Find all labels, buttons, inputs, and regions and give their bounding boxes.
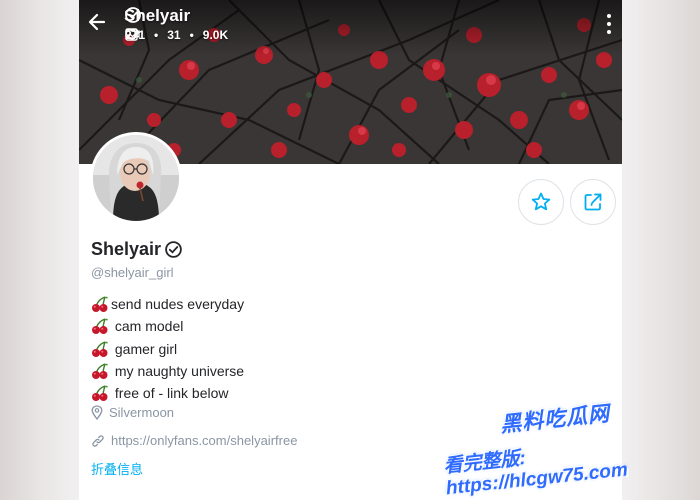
profile-handle: @shelyair_girl [91,265,174,280]
stat-separator: • [154,28,159,42]
share-icon [584,193,602,211]
more-dot-icon [607,30,611,34]
bio-text: free of - link below [111,385,229,402]
cherry-icon [92,385,108,402]
verified-badge-icon [165,241,182,258]
cherry-icon [92,363,108,380]
stat-likes-value: 9.0K [202,28,229,42]
bio-text: send nudes everyday [111,296,245,313]
bio-line: gamer girl [91,338,244,360]
bio-line: send nudes everyday [91,293,244,315]
star-icon [531,192,551,211]
more-dot-icon [607,14,611,18]
bio-line: my naughty universe [91,360,244,382]
more-options-button[interactable] [604,14,614,34]
share-button[interactable] [570,179,616,225]
header-title: Shelyair [124,6,190,26]
bio-text: my naughty universe [111,363,245,380]
profile-location: Silvermoon [91,405,174,420]
location-pin-icon [91,405,103,420]
cherry-icon [92,318,108,335]
bio-line: free of - link below [91,382,244,404]
verified-badge-icon [125,7,141,23]
arrow-left-icon [88,13,106,31]
more-dot-icon [607,22,611,26]
collapse-info-link[interactable]: 折叠信息 [91,459,143,478]
stat-videos-value: 31 [167,28,181,42]
stat-likes: 9.0K [125,28,229,42]
location-text: Silvermoon [109,405,175,420]
profile-name-text: Shelyair [91,239,162,259]
cherry-icon [92,341,108,357]
stat-separator: • [189,28,194,42]
profile-link[interactable]: https://onlyfans.com/shelyairfree [91,433,297,448]
avatar-image [93,135,179,221]
heart-icon [125,28,139,41]
header-stats: 271 • 31 • 9.0K [125,28,228,42]
avatar[interactable] [90,132,182,224]
bio-text: cam model [111,318,184,335]
profile-name: Shelyair [91,239,183,260]
stat-videos: 31 [125,28,181,42]
back-button[interactable] [87,12,113,38]
link-icon [92,434,104,447]
favorite-button[interactable] [518,179,564,225]
cherry-icon [92,296,108,313]
bio-text: gamer girl [111,340,178,357]
link-text[interactable]: https://onlyfans.com/shelyairfree [111,433,297,448]
profile-bio: send nudes everyday cam model gamer girl [91,293,244,404]
bio-line: cam model [91,315,244,337]
